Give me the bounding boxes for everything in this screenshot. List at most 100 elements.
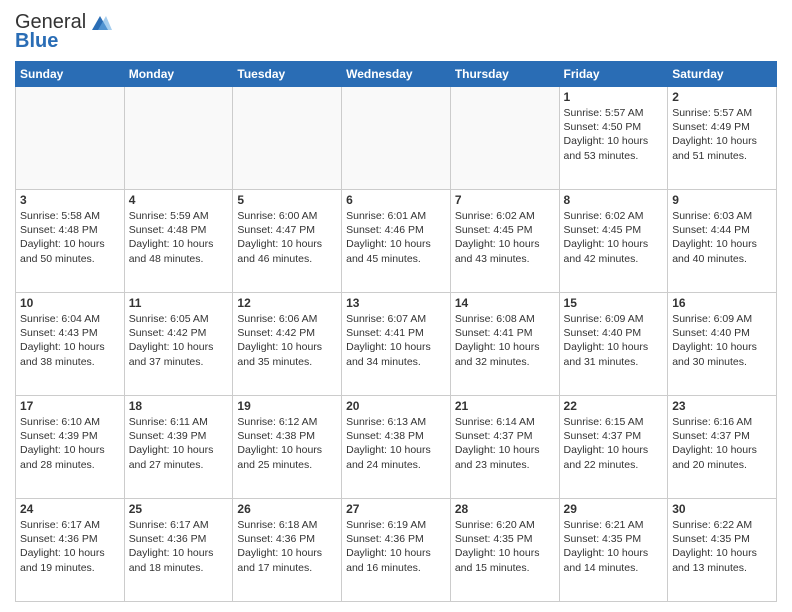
day-info: Sunrise: 6:01 AMSunset: 4:46 PMDaylight:… [346, 209, 446, 266]
day-info: Sunrise: 6:21 AMSunset: 4:35 PMDaylight:… [564, 518, 664, 575]
weekday-header-tuesday: Tuesday [233, 62, 342, 87]
day-number: 7 [455, 193, 555, 207]
week-row-4: 17 Sunrise: 6:10 AMSunset: 4:39 PMDayligh… [16, 396, 777, 499]
day-number: 20 [346, 399, 446, 413]
weekday-header-sunday: Sunday [16, 62, 125, 87]
day-number: 10 [20, 296, 120, 310]
weekday-header-saturday: Saturday [668, 62, 777, 87]
calendar-cell: 14 Sunrise: 6:08 AMSunset: 4:41 PMDayligh… [450, 293, 559, 396]
day-number: 30 [672, 502, 772, 516]
day-info: Sunrise: 6:16 AMSunset: 4:37 PMDaylight:… [672, 415, 772, 472]
day-info: Sunrise: 6:07 AMSunset: 4:41 PMDaylight:… [346, 312, 446, 369]
calendar-cell: 20 Sunrise: 6:13 AMSunset: 4:38 PMDayligh… [342, 396, 451, 499]
day-info: Sunrise: 6:18 AMSunset: 4:36 PMDaylight:… [237, 518, 337, 575]
weekday-header-row: SundayMondayTuesdayWednesdayThursdayFrid… [16, 62, 777, 87]
day-info: Sunrise: 5:57 AMSunset: 4:50 PMDaylight:… [564, 106, 664, 163]
day-number: 11 [129, 296, 229, 310]
day-number: 26 [237, 502, 337, 516]
calendar-cell: 18 Sunrise: 6:11 AMSunset: 4:39 PMDayligh… [124, 396, 233, 499]
calendar-table: SundayMondayTuesdayWednesdayThursdayFrid… [15, 61, 777, 602]
day-info: Sunrise: 6:14 AMSunset: 4:37 PMDaylight:… [455, 415, 555, 472]
day-info: Sunrise: 6:04 AMSunset: 4:43 PMDaylight:… [20, 312, 120, 369]
day-info: Sunrise: 5:59 AMSunset: 4:48 PMDaylight:… [129, 209, 229, 266]
page: General Blue SundayMondayTuesdayWednesda… [0, 0, 792, 612]
day-number: 18 [129, 399, 229, 413]
calendar-cell: 2 Sunrise: 5:57 AMSunset: 4:49 PMDaylight… [668, 87, 777, 190]
calendar-cell: 29 Sunrise: 6:21 AMSunset: 4:35 PMDayligh… [559, 499, 668, 602]
day-info: Sunrise: 5:57 AMSunset: 4:49 PMDaylight:… [672, 106, 772, 163]
day-info: Sunrise: 6:15 AMSunset: 4:37 PMDaylight:… [564, 415, 664, 472]
calendar-cell: 27 Sunrise: 6:19 AMSunset: 4:36 PMDayligh… [342, 499, 451, 602]
calendar-cell [342, 87, 451, 190]
calendar-cell: 16Sunrise: 6:09 AMSunset: 4:40 PMDayligh… [668, 293, 777, 396]
calendar-cell: 26 Sunrise: 6:18 AMSunset: 4:36 PMDayligh… [233, 499, 342, 602]
weekday-header-monday: Monday [124, 62, 233, 87]
day-info: Sunrise: 6:03 AMSunset: 4:44 PMDaylight:… [672, 209, 772, 266]
calendar-cell: 7 Sunrise: 6:02 AMSunset: 4:45 PMDaylight… [450, 190, 559, 293]
day-info: Sunrise: 6:10 AMSunset: 4:39 PMDaylight:… [20, 415, 120, 472]
day-info: Sunrise: 6:20 AMSunset: 4:35 PMDaylight:… [455, 518, 555, 575]
day-number: 5 [237, 193, 337, 207]
day-number: 15 [564, 296, 664, 310]
calendar-cell: 19 Sunrise: 6:12 AMSunset: 4:38 PMDayligh… [233, 396, 342, 499]
day-number: 9 [672, 193, 772, 207]
header: General Blue [15, 10, 777, 53]
day-info: Sunrise: 6:02 AMSunset: 4:45 PMDaylight:… [564, 209, 664, 266]
day-info: Sunrise: 6:11 AMSunset: 4:39 PMDaylight:… [129, 415, 229, 472]
day-number: 17 [20, 399, 120, 413]
calendar-cell [450, 87, 559, 190]
day-number: 19 [237, 399, 337, 413]
day-number: 16 [672, 296, 772, 310]
day-info: Sunrise: 6:02 AMSunset: 4:45 PMDaylight:… [455, 209, 555, 266]
day-number: 21 [455, 399, 555, 413]
calendar-cell: 17 Sunrise: 6:10 AMSunset: 4:39 PMDayligh… [16, 396, 125, 499]
calendar-cell: 15 Sunrise: 6:09 AMSunset: 4:40 PMDayligh… [559, 293, 668, 396]
day-number: 27 [346, 502, 446, 516]
week-row-5: 24 Sunrise: 6:17 AMSunset: 4:36 PMDayligh… [16, 499, 777, 602]
weekday-header-thursday: Thursday [450, 62, 559, 87]
calendar-cell: 9 Sunrise: 6:03 AMSunset: 4:44 PMDaylight… [668, 190, 777, 293]
day-number: 2 [672, 90, 772, 104]
day-info: Sunrise: 6:06 AMSunset: 4:42 PMDaylight:… [237, 312, 337, 369]
logo-blue-text: Blue [15, 30, 58, 53]
day-info: Sunrise: 6:08 AMSunset: 4:41 PMDaylight:… [455, 312, 555, 369]
day-number: 1 [564, 90, 664, 104]
calendar-cell: 5 Sunrise: 6:00 AMSunset: 4:47 PMDaylight… [233, 190, 342, 293]
calendar-cell: 8 Sunrise: 6:02 AMSunset: 4:45 PMDaylight… [559, 190, 668, 293]
day-info: Sunrise: 6:12 AMSunset: 4:38 PMDaylight:… [237, 415, 337, 472]
day-info: Sunrise: 6:00 AMSunset: 4:47 PMDaylight:… [237, 209, 337, 266]
calendar-cell: 28Sunrise: 6:20 AMSunset: 4:35 PMDayligh… [450, 499, 559, 602]
calendar-cell: 4Sunrise: 5:59 AMSunset: 4:48 PMDaylight… [124, 190, 233, 293]
day-number: 22 [564, 399, 664, 413]
day-number: 8 [564, 193, 664, 207]
day-info: Sunrise: 6:17 AMSunset: 4:36 PMDaylight:… [20, 518, 120, 575]
calendar-cell: 21 Sunrise: 6:14 AMSunset: 4:37 PMDayligh… [450, 396, 559, 499]
calendar-cell: 10 Sunrise: 6:04 AMSunset: 4:43 PMDayligh… [16, 293, 125, 396]
calendar-cell: 24 Sunrise: 6:17 AMSunset: 4:36 PMDayligh… [16, 499, 125, 602]
day-number: 29 [564, 502, 664, 516]
day-number: 13 [346, 296, 446, 310]
calendar-cell [16, 87, 125, 190]
day-number: 3 [20, 193, 120, 207]
day-info: Sunrise: 6:05 AMSunset: 4:42 PMDaylight:… [129, 312, 229, 369]
calendar-cell: 12 Sunrise: 6:06 AMSunset: 4:42 PMDayligh… [233, 293, 342, 396]
week-row-2: 3Sunrise: 5:58 AMSunset: 4:48 PMDaylight… [16, 190, 777, 293]
day-number: 14 [455, 296, 555, 310]
calendar-cell: 3Sunrise: 5:58 AMSunset: 4:48 PMDaylight… [16, 190, 125, 293]
day-number: 12 [237, 296, 337, 310]
day-number: 25 [129, 502, 229, 516]
calendar-cell: 25 Sunrise: 6:17 AMSunset: 4:36 PMDayligh… [124, 499, 233, 602]
day-info: Sunrise: 6:13 AMSunset: 4:38 PMDaylight:… [346, 415, 446, 472]
logo: General Blue [15, 10, 112, 53]
calendar-cell: 23Sunrise: 6:16 AMSunset: 4:37 PMDayligh… [668, 396, 777, 499]
day-number: 24 [20, 502, 120, 516]
day-info: Sunrise: 6:09 AMSunset: 4:40 PMDaylight:… [564, 312, 664, 369]
day-info: Sunrise: 6:22 AMSunset: 4:35 PMDaylight:… [672, 518, 772, 575]
day-info: Sunrise: 6:19 AMSunset: 4:36 PMDaylight:… [346, 518, 446, 575]
weekday-header-wednesday: Wednesday [342, 62, 451, 87]
calendar-cell: 30 Sunrise: 6:22 AMSunset: 4:35 PMDayligh… [668, 499, 777, 602]
day-number: 6 [346, 193, 446, 207]
week-row-1: 1 Sunrise: 5:57 AMSunset: 4:50 PMDaylight… [16, 87, 777, 190]
day-info: Sunrise: 6:17 AMSunset: 4:36 PMDaylight:… [129, 518, 229, 575]
logo-icon [88, 10, 112, 34]
